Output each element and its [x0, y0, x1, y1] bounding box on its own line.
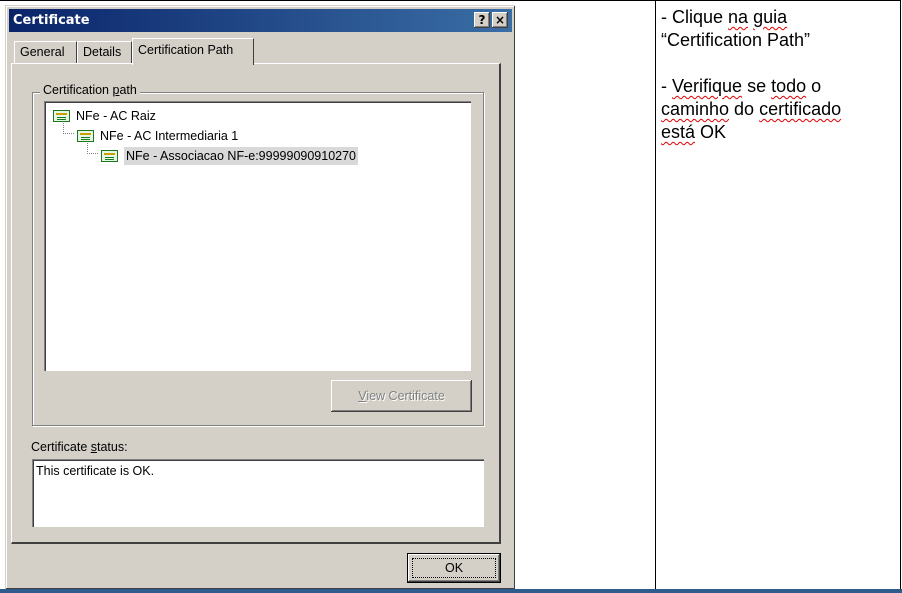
certificate-status-label: Certificate status:: [31, 440, 128, 454]
tree-node-intermediate[interactable]: NFe - AC Intermediaria 1: [77, 127, 238, 145]
focus-rectangle: [412, 558, 496, 578]
view-certificate-button[interactable]: View Certificate: [331, 380, 472, 412]
certificate-icon: [101, 150, 118, 162]
tree-node-label: NFe - Associacao NF-e:99999090910270: [124, 147, 359, 165]
certificate-icon: [53, 110, 70, 122]
instruction-step-2-line-3: está OK: [661, 122, 727, 142]
tree-node-leaf[interactable]: NFe - Associacao NF-e:99999090910270: [101, 147, 359, 165]
certificate-status-box[interactable]: This certificate is OK.: [32, 459, 484, 527]
instruction-step-1-tab-name: “Certification Path”: [661, 30, 811, 50]
tree-node-root[interactable]: NFe - AC Raiz: [53, 107, 156, 125]
document-bottom-band: [0, 589, 902, 593]
tab-certification-path[interactable]: Certification Path: [132, 38, 254, 65]
instruction-step-2-line-2: caminho do certificado: [661, 99, 842, 119]
dialog-titlebar[interactable]: Certificate ? ×: [9, 9, 512, 32]
dialog-title: Certificate: [13, 13, 90, 28]
instruction-step-2: - Verifique se todo o: [661, 76, 822, 96]
tree-node-label: NFe - AC Raiz: [76, 109, 156, 123]
ok-button[interactable]: OK: [407, 553, 501, 583]
certification-path-tree[interactable]: NFe - AC Raiz NFe - AC Intermediaria 1 N…: [44, 101, 471, 371]
instruction-step-1: - Clique na guia: [661, 7, 788, 27]
certificate-status-text: This certificate is OK.: [36, 464, 155, 478]
tab-details[interactable]: Details: [77, 41, 132, 63]
certificate-icon: [77, 130, 94, 142]
tree-node-label: NFe - AC Intermediaria 1: [100, 129, 239, 143]
help-button[interactable]: ?: [474, 12, 490, 28]
instructions-text: - Clique na guia “Certification Path” - …: [661, 6, 893, 144]
table-column-divider: [655, 0, 656, 589]
tab-general[interactable]: General: [14, 41, 77, 63]
certification-path-label: Certification path: [40, 83, 140, 97]
close-button[interactable]: ×: [492, 12, 508, 28]
